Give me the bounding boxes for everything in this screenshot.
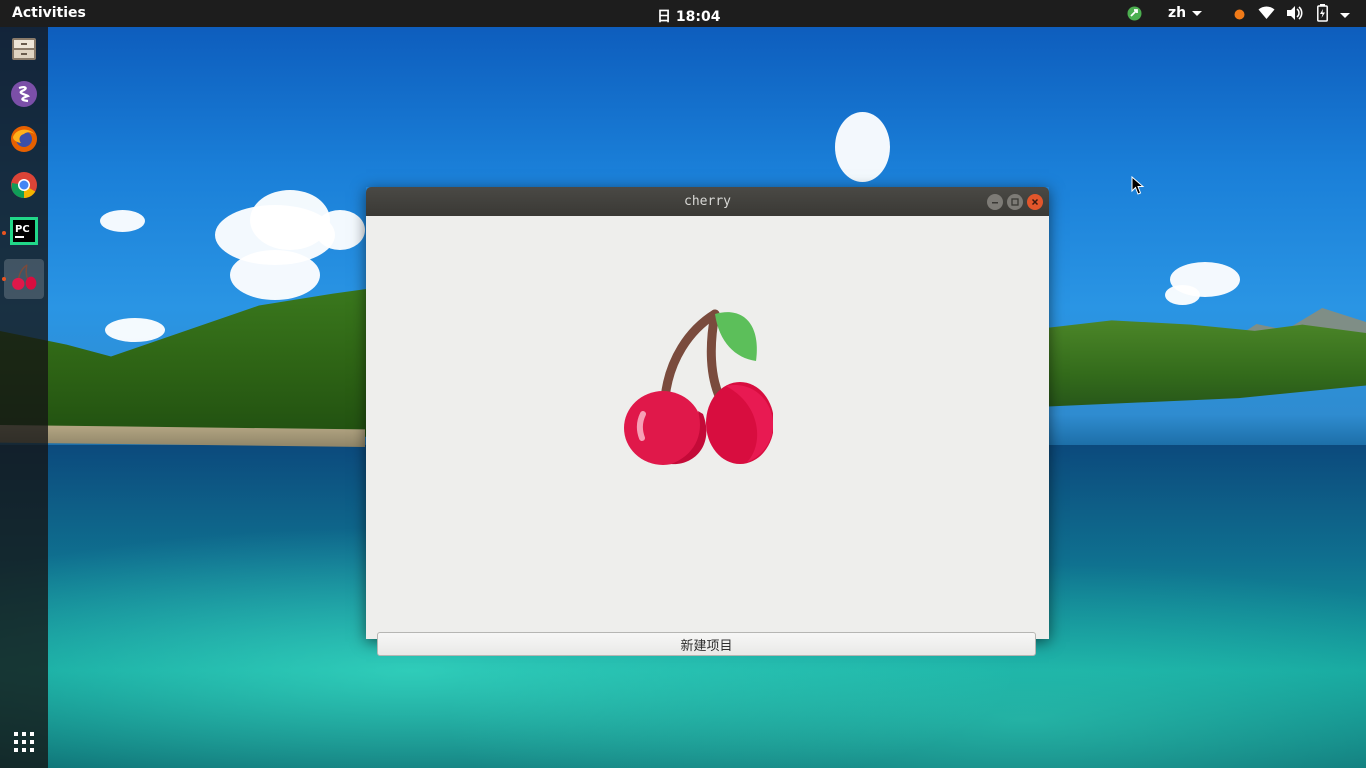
system-menu-arrow-icon[interactable] xyxy=(1340,7,1350,23)
dock: PC xyxy=(0,27,48,768)
cherry-logo-icon xyxy=(623,306,774,470)
new-project-button[interactable]: 新建项目 xyxy=(377,632,1036,656)
language-label: zh xyxy=(1168,5,1187,21)
notification-dot-icon[interactable] xyxy=(1234,8,1245,24)
pycharm-label: PC xyxy=(15,224,30,235)
cherry-icon xyxy=(11,264,37,294)
volume-icon[interactable] xyxy=(1286,5,1303,25)
minimize-button[interactable] xyxy=(987,194,1003,210)
maximize-button[interactable] xyxy=(1007,194,1023,210)
hills-left xyxy=(0,288,370,444)
close-icon xyxy=(1031,198,1039,206)
top-bar: Activities 日 18:04 zh xyxy=(0,0,1366,27)
dock-item-emacs[interactable] xyxy=(4,76,44,116)
dock-item-pycharm[interactable]: PC xyxy=(2,213,44,253)
hills-right xyxy=(1048,320,1366,407)
chrome-icon xyxy=(10,171,38,203)
mouse-pointer-icon xyxy=(1131,175,1145,200)
emacs-icon xyxy=(10,80,38,112)
window-titlebar[interactable]: cherry xyxy=(366,187,1049,216)
battery-icon[interactable] xyxy=(1317,4,1328,26)
maximize-icon xyxy=(1011,198,1019,206)
cloud xyxy=(230,250,320,300)
app-indicator-icon[interactable] xyxy=(1127,6,1142,25)
cherry-window: cherry 新建项目 xyxy=(366,187,1049,656)
minimize-icon xyxy=(992,202,998,204)
activities-button[interactable]: Activities xyxy=(12,5,86,21)
dock-item-cherry[interactable] xyxy=(2,259,44,299)
file-cabinet-icon xyxy=(10,35,38,67)
running-indicator xyxy=(2,277,6,281)
pycharm-icon: PC xyxy=(10,217,38,249)
show-applications-button[interactable] xyxy=(4,724,44,764)
cloud xyxy=(100,210,145,232)
chevron-down-icon xyxy=(1192,10,1203,16)
window-title: cherry xyxy=(684,194,731,209)
cloud xyxy=(835,112,890,182)
wifi-icon[interactable] xyxy=(1258,5,1275,24)
close-button[interactable] xyxy=(1027,194,1043,210)
clock[interactable]: 日 18:04 xyxy=(657,6,720,26)
cloud xyxy=(1165,285,1200,305)
dock-item-files[interactable] xyxy=(4,31,44,71)
running-indicator xyxy=(2,231,6,235)
dock-item-firefox[interactable] xyxy=(4,121,44,161)
dock-item-chrome[interactable] xyxy=(4,167,44,207)
window-content: 新建项目 xyxy=(366,216,1049,656)
language-indicator[interactable]: zh xyxy=(1168,5,1203,21)
app-grid-icon xyxy=(13,731,35,757)
cloud xyxy=(315,210,365,250)
cloud xyxy=(105,318,165,342)
firefox-icon xyxy=(10,125,38,157)
